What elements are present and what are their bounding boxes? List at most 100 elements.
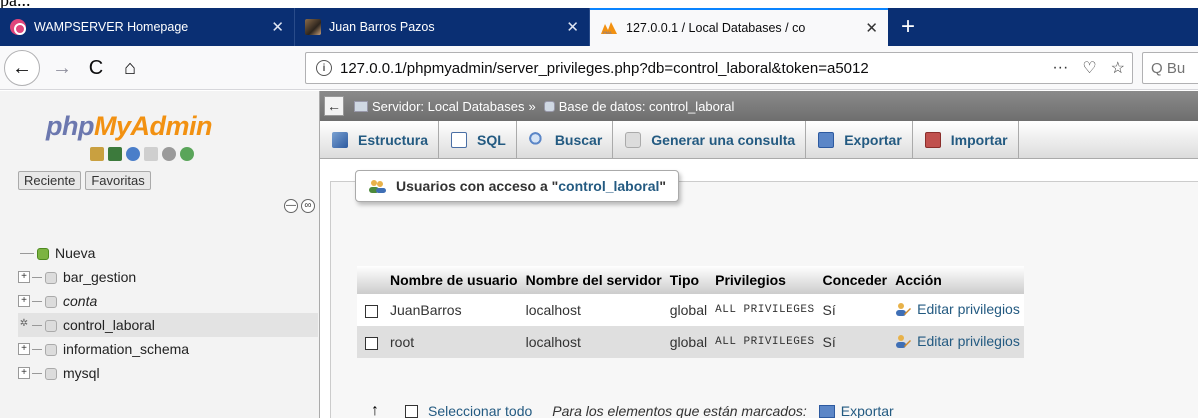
settings-gear-icon[interactable] — [162, 147, 176, 161]
bulk-export-label: Exportar — [840, 403, 894, 418]
browser-tab-bar: WAMPSERVER Homepage ✕ Juan Barros Pazos … — [0, 8, 1198, 46]
cell-hostname: localhost — [521, 294, 666, 326]
row-checkbox[interactable] — [365, 304, 378, 318]
tree-item-new[interactable]: Nueva — [18, 241, 318, 265]
tab-label: Importar — [950, 132, 1008, 148]
legend-prefix: Usuarios con acceso a " — [396, 178, 559, 194]
tab-label: Buscar — [554, 132, 603, 148]
cell-type: global — [665, 326, 712, 358]
users-table: Nombre de usuario Nombre del servidor Ti… — [357, 266, 1024, 358]
url-text[interactable]: 127.0.0.1/phpmyadmin/server_privileges.p… — [340, 60, 1045, 77]
reload-button[interactable]: C — [80, 52, 112, 84]
navigation-bar: ← → C ⌂ i 127.0.0.1/phpmyadmin/server_pr… — [0, 46, 1198, 90]
search-icon — [528, 132, 545, 148]
select-all-checkbox[interactable] — [405, 404, 418, 418]
pocket-icon[interactable]: ♡ — [1082, 58, 1096, 78]
tab-label: SQL — [477, 132, 506, 148]
legend-database-name: control_laboral — [558, 178, 660, 194]
tab-sql[interactable]: SQL — [439, 121, 517, 159]
collapse-sidebar-button[interactable]: ← — [324, 96, 344, 116]
tab-favorites[interactable]: Favoritas — [85, 171, 151, 190]
header-hostname[interactable]: Nombre del servidor — [521, 266, 666, 294]
breadcrumb-server[interactable]: Servidor: Local Databases — [372, 99, 524, 114]
tree-item-conta[interactable]: + conta — [18, 289, 318, 313]
tree-item-mysql[interactable]: + mysql — [18, 361, 318, 385]
tree-controls: — ∞ — [284, 199, 315, 213]
photo-favicon-icon — [305, 19, 321, 35]
header-checkbox-col — [357, 266, 386, 294]
back-button[interactable]: ← — [4, 50, 40, 86]
logo-php: php — [46, 111, 94, 141]
sql-icon — [451, 132, 468, 148]
tab-search[interactable]: Buscar — [517, 121, 614, 159]
loading-icon: ✲ — [19, 318, 29, 329]
breadcrumb-separator: » — [528, 98, 536, 114]
edit-privileges-link[interactable]: Editar privilegios — [895, 301, 1020, 317]
tab-wampserver[interactable]: WAMPSERVER Homepage ✕ — [0, 8, 295, 46]
search-input[interactable]: Q Bu — [1142, 52, 1198, 84]
tab-query[interactable]: Generar una consulta — [613, 121, 807, 159]
tab-label: Estructura — [358, 132, 429, 148]
close-tab-icon[interactable]: ✕ — [271, 18, 284, 36]
info-icon[interactable]: i — [316, 60, 332, 76]
tree-line — [32, 276, 42, 278]
logo-myadmin: MyAdmin — [93, 111, 213, 141]
docs-icon[interactable] — [144, 147, 158, 161]
collapse-all-icon[interactable]: — — [284, 199, 298, 213]
cell-privileges: ALL PRIVILEGES — [711, 326, 819, 358]
bulk-export-button[interactable]: Exportar — [818, 403, 894, 418]
forward-button[interactable]: → — [46, 52, 78, 84]
more-actions-icon[interactable]: ··· — [1052, 59, 1068, 77]
main-toolbar: Estructura SQL Buscar Generar una consul… — [320, 121, 1198, 159]
edit-privileges-label: Editar privilegios — [917, 301, 1020, 317]
database-icon — [44, 319, 57, 332]
header-username[interactable]: Nombre de usuario — [386, 266, 522, 294]
tab-phpmyadmin[interactable]: PMA 127.0.0.1 / Local Databases / co ✕ — [590, 8, 888, 46]
expand-icon[interactable]: + — [18, 343, 30, 355]
header-grant[interactable]: Conceder — [818, 266, 892, 294]
new-database-icon — [36, 247, 49, 260]
refresh-icon[interactable] — [180, 147, 194, 161]
breadcrumb-database[interactable]: Base de datos: control_laboral — [559, 99, 735, 114]
tree-item-bar-gestion[interactable]: + bar_gestion — [18, 265, 318, 289]
recent-favorites-tabs: Reciente Favoritas — [18, 171, 151, 190]
logout-icon[interactable] — [108, 147, 122, 161]
tab-structure[interactable]: Estructura — [320, 121, 440, 159]
tab-juan-barros[interactable]: Juan Barros Pazos ✕ — [295, 8, 590, 46]
edit-privileges-label: Editar privilegios — [917, 333, 1020, 349]
arrow-up-icon: ↑ — [371, 402, 379, 418]
tree-item-control-laboral[interactable]: ✲ control_laboral — [18, 313, 318, 337]
link-with-main-icon[interactable]: ∞ — [301, 199, 315, 213]
close-tab-icon[interactable]: ✕ — [865, 19, 878, 37]
tab-export[interactable]: Exportar — [806, 121, 913, 159]
table-row: root localhost global ALL PRIVILEGES Sí … — [357, 326, 1024, 358]
cell-username: JuanBarros — [386, 294, 522, 326]
home-button[interactable]: ⌂ — [114, 52, 146, 84]
expand-icon[interactable]: + — [18, 295, 30, 307]
wampserver-favicon-icon — [10, 19, 26, 35]
home-icon[interactable] — [90, 147, 104, 161]
tab-label: Generar una consulta — [651, 132, 796, 148]
help-icon[interactable] — [126, 147, 140, 161]
header-privileges[interactable]: Privilegios — [711, 266, 819, 294]
edit-privileges-link[interactable]: Editar privilegios — [895, 333, 1020, 349]
svg-text:PMA: PMA — [603, 30, 612, 35]
tree-item-information-schema[interactable]: + information_schema — [18, 337, 318, 361]
users-icon — [368, 179, 386, 193]
phpmyadmin-logo[interactable]: phpMyAdmin — [46, 111, 212, 142]
tab-title: WAMPSERVER Homepage — [34, 20, 189, 34]
tab-import[interactable]: Importar — [913, 121, 1019, 159]
row-checkbox[interactable] — [365, 336, 378, 350]
bookmark-star-icon[interactable]: ☆ — [1111, 58, 1125, 78]
close-tab-icon[interactable]: ✕ — [566, 18, 579, 36]
tab-label: Exportar — [844, 132, 902, 148]
tree-item-label: mysql — [63, 365, 100, 381]
new-tab-button[interactable]: + — [888, 8, 928, 46]
expand-icon[interactable]: + — [18, 271, 30, 283]
select-all-label[interactable]: Seleccionar todo — [428, 403, 532, 418]
tab-recent[interactable]: Reciente — [18, 171, 82, 190]
header-type[interactable]: Tipo — [665, 266, 712, 294]
breadcrumb: ← Servidor: Local Databases » Base de da… — [320, 91, 1198, 121]
url-bar[interactable]: i 127.0.0.1/phpmyadmin/server_privileges… — [305, 52, 1133, 84]
expand-icon[interactable]: + — [18, 367, 30, 379]
